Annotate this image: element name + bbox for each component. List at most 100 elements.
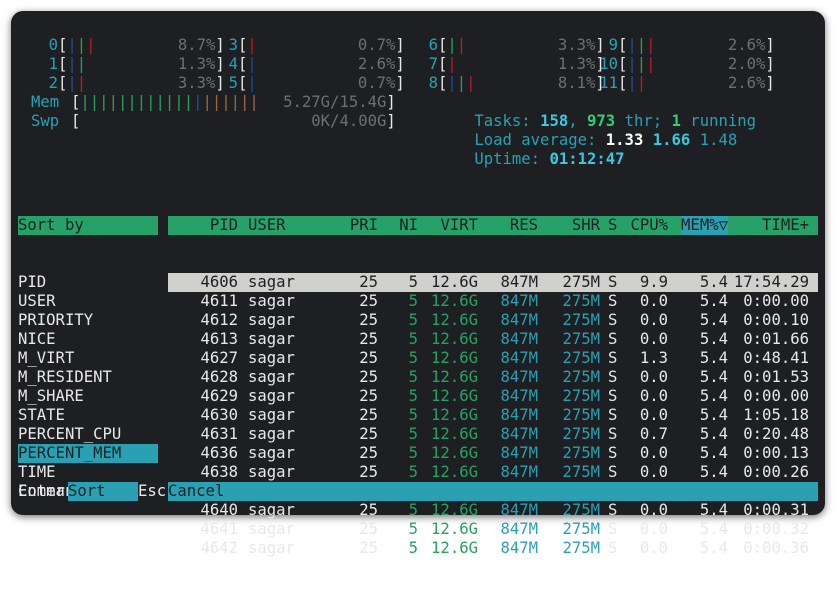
column-header-mem[interactable]: MEM%▽ bbox=[681, 216, 728, 235]
mem-meter-label: Mem bbox=[31, 93, 60, 111]
cell-cpu: 0.0 bbox=[639, 539, 668, 557]
bar-segment-green: | bbox=[80, 93, 90, 111]
column-header-time[interactable]: TIME+ bbox=[762, 216, 809, 235]
column-header-cpu[interactable]: CPU% bbox=[630, 216, 668, 235]
bar-segment-green: | bbox=[76, 55, 87, 73]
cell-cpu: 0.7 bbox=[639, 425, 668, 443]
table-row[interactable]: 4642 sagar 25 5 12.6G 847M 275M S 0.0 5.4 0:00.36 bbox=[168, 539, 818, 558]
table-row[interactable]: 4611 sagar 25 5 12.6G 847M 275M S 0.0 5.4 0:00.00 bbox=[168, 292, 818, 311]
table-row[interactable]: 4630 sagar 25 5 12.6G 847M 275M S 0.0 5.4 1:05.18 bbox=[168, 406, 818, 425]
table-row[interactable]: 4636 sagar 25 5 12.6G 847M 275M S 0.0 5.4 0:00.13 bbox=[168, 444, 818, 463]
bar-segment-orange: | bbox=[211, 93, 222, 111]
cell-user: sagar bbox=[248, 425, 295, 443]
cell-pid: 4628 bbox=[200, 368, 238, 386]
cancel-button[interactable]: Cancel bbox=[168, 482, 818, 501]
cell-time: 1:05.18 bbox=[743, 406, 809, 424]
meter-bracket-open: [ bbox=[71, 112, 81, 130]
sort-option-m-virt[interactable]: M_VIRT bbox=[18, 349, 158, 368]
bar-segment-red: | bbox=[466, 74, 476, 92]
cell-state: S bbox=[608, 520, 618, 538]
column-header-ni[interactable]: NI bbox=[399, 216, 418, 235]
cell-mem: 5.4 bbox=[699, 349, 728, 367]
column-header-shr[interactable]: SHR bbox=[572, 216, 600, 235]
column-header-user[interactable]: USER bbox=[248, 216, 286, 235]
table-row[interactable]: 4613 sagar 25 5 12.6G 847M 275M S 0.0 5.4 0:01.66 bbox=[168, 330, 818, 349]
meter-bracket-open: [ bbox=[58, 36, 68, 54]
bar-segment-red: | bbox=[76, 74, 87, 92]
cpu-meter-9: 9[||| 2.6%] bbox=[588, 36, 775, 55]
table-row[interactable]: 4631 sagar 25 5 12.6G 847M 275M S 0.7 5.4 0:20.48 bbox=[168, 425, 818, 444]
sort-option-percent-mem[interactable]: PERCENT_MEM bbox=[18, 444, 158, 463]
cell-time: 0:01.53 bbox=[743, 368, 809, 386]
cell-res: 847M bbox=[500, 368, 538, 386]
sort-option-user[interactable]: USER bbox=[18, 292, 158, 311]
column-header-res[interactable]: RES bbox=[510, 216, 538, 235]
cell-res: 847M bbox=[500, 330, 538, 348]
cell-state: S bbox=[608, 425, 618, 443]
cell-user: sagar bbox=[248, 292, 295, 310]
table-row[interactable]: 4641 sagar 25 5 12.6G 847M 275M S 0.0 5.4 0:00.32 bbox=[168, 520, 818, 539]
sort-option-nice[interactable]: NICE bbox=[18, 330, 158, 349]
bar-segment-green: | bbox=[636, 55, 647, 73]
sort-option-state[interactable]: STATE bbox=[18, 406, 158, 425]
cell-time: 0:00.31 bbox=[743, 501, 809, 519]
bar-segment-green: | bbox=[636, 36, 647, 54]
cpu-label: 0 bbox=[48, 36, 58, 54]
cell-pid: 4636 bbox=[200, 444, 238, 462]
sort-option-m-share[interactable]: M_SHARE bbox=[18, 387, 158, 406]
meter-bracket-open: [ bbox=[238, 74, 248, 92]
table-row[interactable]: 4606 sagar 25 5 12.6G 847M 275M S 9.9 5.4 17:54.29 bbox=[168, 273, 818, 292]
cell-cpu: 0.0 bbox=[639, 444, 668, 462]
cell-cpu: 0.0 bbox=[639, 292, 668, 310]
meter-bracket-open: [ bbox=[618, 55, 628, 73]
cell-user: sagar bbox=[248, 501, 295, 519]
column-header-pri[interactable]: PRI bbox=[350, 216, 378, 235]
htop-screen: 0[||| 8.7%] 1[|| 1.3%] 2[|| 3.3%] 3[| 0.7%] 4[| 2… bbox=[18, 36, 818, 557]
cell-shr: 275M bbox=[562, 387, 600, 405]
table-row[interactable]: 4638 sagar 25 5 12.6G 847M 275M S 0.0 5.4 0:00.26 bbox=[168, 463, 818, 482]
cell-shr: 275M bbox=[562, 444, 600, 462]
bar-segment-green: | bbox=[99, 93, 109, 111]
column-header-virt[interactable]: VIRT bbox=[440, 216, 478, 235]
bar-segment-blue: | bbox=[247, 74, 257, 92]
cell-pid: 4641 bbox=[200, 520, 238, 538]
cell-res: 847M bbox=[500, 292, 538, 310]
sort-option-time[interactable]: TIME bbox=[18, 463, 158, 482]
cpu-label: 5 bbox=[228, 74, 238, 92]
table-row[interactable]: 4612 sagar 25 5 12.6G 847M 275M S 0.0 5.4 0:00.10 bbox=[168, 311, 818, 330]
bar-segment-green: | bbox=[155, 93, 165, 111]
cell-user: sagar bbox=[248, 273, 295, 291]
cell-cpu: 1.3 bbox=[639, 349, 668, 367]
bar-segment-red: | bbox=[646, 55, 656, 73]
cell-time: 0:20.48 bbox=[743, 425, 809, 443]
cell-virt: 12.6G bbox=[431, 406, 478, 424]
cell-pid: 4613 bbox=[200, 330, 238, 348]
bar-segment-green: | bbox=[127, 93, 137, 111]
cell-virt: 12.6G bbox=[431, 463, 478, 481]
cpu-label: 3 bbox=[228, 36, 238, 54]
load-15min: 1.48 bbox=[699, 131, 738, 149]
cell-user: sagar bbox=[248, 368, 295, 386]
column-header-state[interactable]: S bbox=[608, 216, 617, 235]
sort-button[interactable]: Sort bbox=[68, 482, 138, 501]
table-row[interactable]: 4628 sagar 25 5 12.6G 847M 275M S 0.0 5.4 0:01.53 bbox=[168, 368, 818, 387]
cpu-usage-bar: || bbox=[447, 36, 547, 55]
table-row[interactable]: 4640 sagar 25 5 12.6G 847M 275M S 0.0 5.4 0:00.31 bbox=[168, 501, 818, 520]
cpu-percent: 8.7% bbox=[177, 36, 216, 54]
sort-option-pid[interactable]: PID bbox=[18, 273, 158, 292]
sort-option-m-resident[interactable]: M_RESIDENT bbox=[18, 368, 158, 387]
cell-mem: 5.4 bbox=[699, 539, 728, 557]
cell-state: S bbox=[608, 311, 618, 329]
table-row[interactable]: 4627 sagar 25 5 12.6G 847M 275M S 1.3 5.4 0:48.41 bbox=[168, 349, 818, 368]
cpu-percent: 2.6% bbox=[727, 36, 766, 54]
cell-cpu: 0.0 bbox=[639, 330, 668, 348]
terminal-window: 0[||| 8.7%] 1[|| 1.3%] 2[|| 3.3%] 3[| 0.7%] 4[| 2… bbox=[11, 11, 825, 557]
cell-virt: 12.6G bbox=[431, 539, 478, 557]
column-header-pid[interactable]: PID bbox=[210, 216, 238, 235]
cell-pri: 25 bbox=[359, 368, 378, 386]
sort-option-percent-cpu[interactable]: PERCENT_CPU bbox=[18, 425, 158, 444]
load-5min: 1.66 bbox=[652, 131, 691, 149]
cell-virt: 12.6G bbox=[431, 520, 478, 538]
sort-option-priority[interactable]: PRIORITY bbox=[18, 311, 158, 330]
table-row[interactable]: 4629 sagar 25 5 12.6G 847M 275M S 0.0 5.4 0:00.00 bbox=[168, 387, 818, 406]
